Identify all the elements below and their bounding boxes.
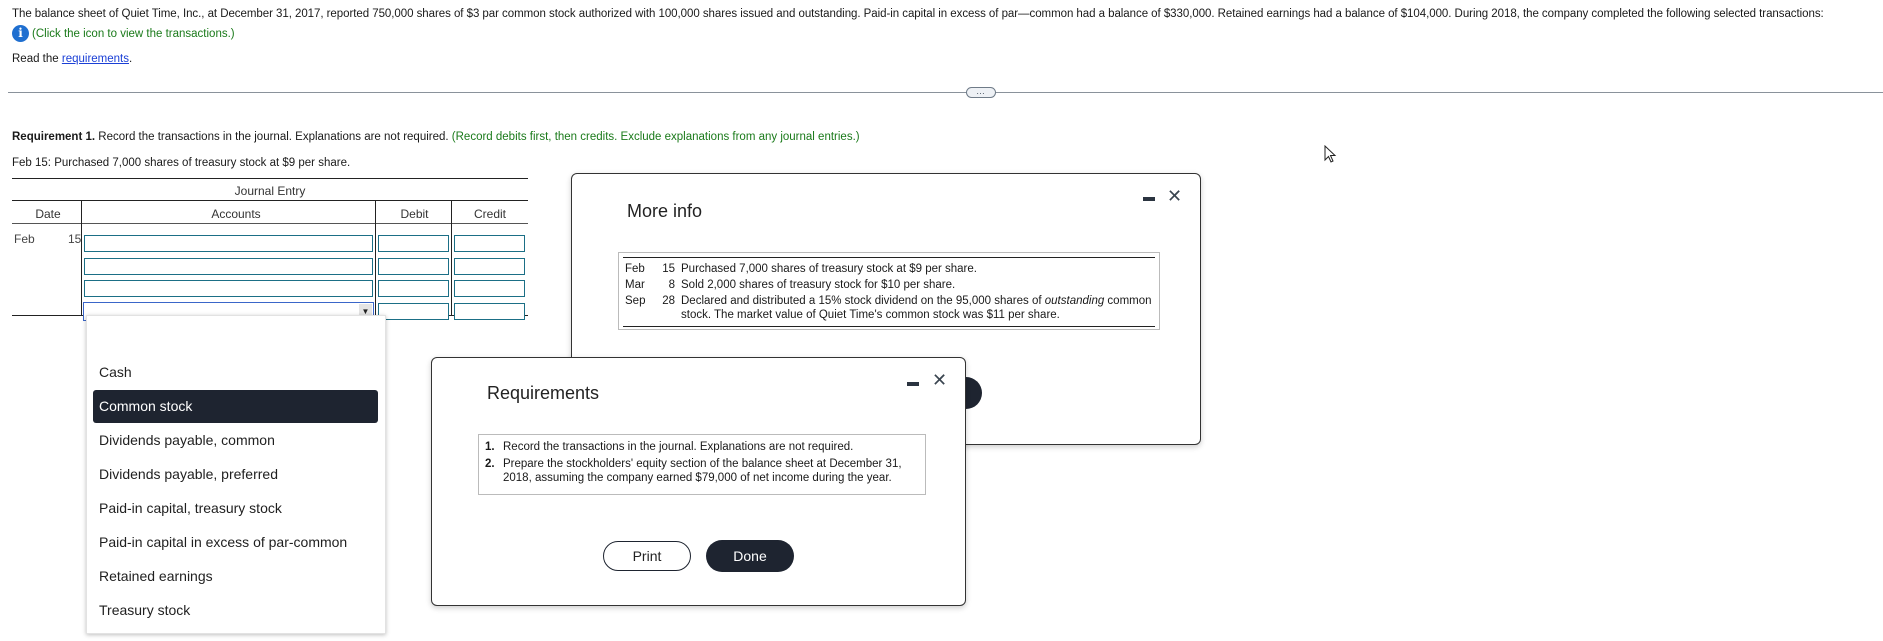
account-input-row-1[interactable] [84,235,373,252]
journal-title: Journal Entry [234,184,306,198]
transaction-day: 28 [662,295,675,307]
credit-input-row-3[interactable] [454,280,525,297]
read-suffix: . [129,53,133,65]
requirement-1-label: Requirement 1. [12,131,96,143]
column-divider [81,200,82,316]
transaction-day: 8 [668,279,675,291]
transaction-row: Sep 28 Declared and distributed a 15% st… [623,294,1155,322]
dropdown-option[interactable]: Cash [93,356,378,389]
dropdown-option-highlighted[interactable]: Common stock [93,390,378,423]
read-prefix: Read the [12,53,62,65]
requirements-link[interactable]: requirements [62,53,129,65]
transaction-month: Mar [625,279,645,291]
dropdown-option[interactable]: Paid-in capital, treasury stock [93,492,378,525]
dropdown-option[interactable]: Dividends payable, common [93,424,378,457]
account-dropdown-list: Cash Common stock Dividends payable, com… [86,315,386,634]
column-divider [375,200,376,316]
credit-input-row-1[interactable] [454,235,525,252]
mouse-cursor-icon [1324,144,1338,168]
dropdown-option[interactable]: Paid-in capital in excess of par-common [93,526,378,559]
close-icon[interactable]: ✕ [1167,187,1182,205]
click-hint-text: (Click the icon to view the transactions… [32,27,235,40]
requirement-number: 2. [485,458,495,470]
dropdown-option[interactable]: Retained earnings [93,560,378,593]
requirements-list: 1. Record the transactions in the journa… [478,434,926,495]
account-input-row-3[interactable] [84,280,373,297]
transaction-row: Mar 8 Sold 2,000 shares of treasury stoc… [623,278,1155,292]
transaction-row: Feb 15 Purchased 7,000 shares of treasur… [623,262,1155,276]
dropdown-option[interactable]: Treasury stock [93,594,378,627]
minimize-icon[interactable] [907,382,919,386]
requirements-dialog: Requirements ✕ 1. Record the transaction… [431,357,966,606]
transaction-month: Sep [625,295,646,307]
debit-column-header: Debit [400,207,429,221]
accounts-column-header: Accounts [211,207,261,221]
credit-input-row-4[interactable] [454,303,525,320]
date-column-header: Date [35,207,61,221]
section-divider [8,92,1883,93]
debit-input-row-1[interactable] [378,235,449,252]
date-day: 15 [68,232,82,246]
credit-input-row-2[interactable] [454,258,525,275]
requirement-item: 1. Record the transactions in the journa… [485,440,921,454]
requirement-1-hint: (Record debits first, then credits. Excl… [451,131,860,143]
requirement-number: 1. [485,441,495,453]
transaction-text-part: Declared and distributed a 15% stock div… [681,295,1045,307]
expand-collapse-button[interactable]: … [966,87,996,98]
problem-statement: The balance sheet of Quiet Time, Inc., a… [12,8,1824,20]
dropdown-option[interactable]: Dividends payable, preferred [93,458,378,491]
transaction-text-emphasis: outstanding [1044,295,1105,307]
close-icon[interactable]: ✕ [932,371,947,389]
debit-input-row-4[interactable] [378,303,449,320]
info-icon[interactable]: i [12,25,29,42]
journal-top-rule [12,178,528,179]
requirement-text: Record the transactions in the journal. … [503,441,854,453]
read-requirements-line: Read the requirements. [12,53,132,65]
requirement-item: 2. Prepare the stockholders' equity sect… [485,457,921,485]
debit-input-row-3[interactable] [378,280,449,297]
requirement-1-instructions: Requirement 1. Record the transactions i… [12,131,860,143]
transactions-hint: i (Click the icon to view the transactio… [12,25,235,42]
date-month: Feb [14,232,35,246]
transaction-prompt: Feb 15: Purchased 7,000 shares of treasu… [12,157,351,169]
transactions-table: Feb 15 Purchased 7,000 shares of treasur… [618,252,1160,330]
requirement-text: Prepare the stockholders' equity section… [503,458,902,484]
account-input-row-2[interactable] [84,258,373,275]
requirements-title: Requirements [487,383,600,403]
requirement-1-text: Record the transactions in the journal. … [95,131,452,143]
print-button[interactable]: Print [603,541,691,571]
column-divider [451,200,452,316]
debit-input-row-2[interactable] [378,258,449,275]
transaction-day: 15 [662,263,675,275]
done-button[interactable]: Done [706,540,794,572]
credit-column-header: Credit [473,207,506,221]
transaction-text: Sold 2,000 shares of treasury stock for … [681,279,956,291]
minimize-icon[interactable] [1143,197,1155,201]
transaction-text: Declared and distributed a 15% stock div… [681,294,1155,322]
transaction-month: Feb [625,263,645,275]
more-info-title: More info [627,201,703,221]
transaction-text: Purchased 7,000 shares of treasury stock… [681,263,977,275]
